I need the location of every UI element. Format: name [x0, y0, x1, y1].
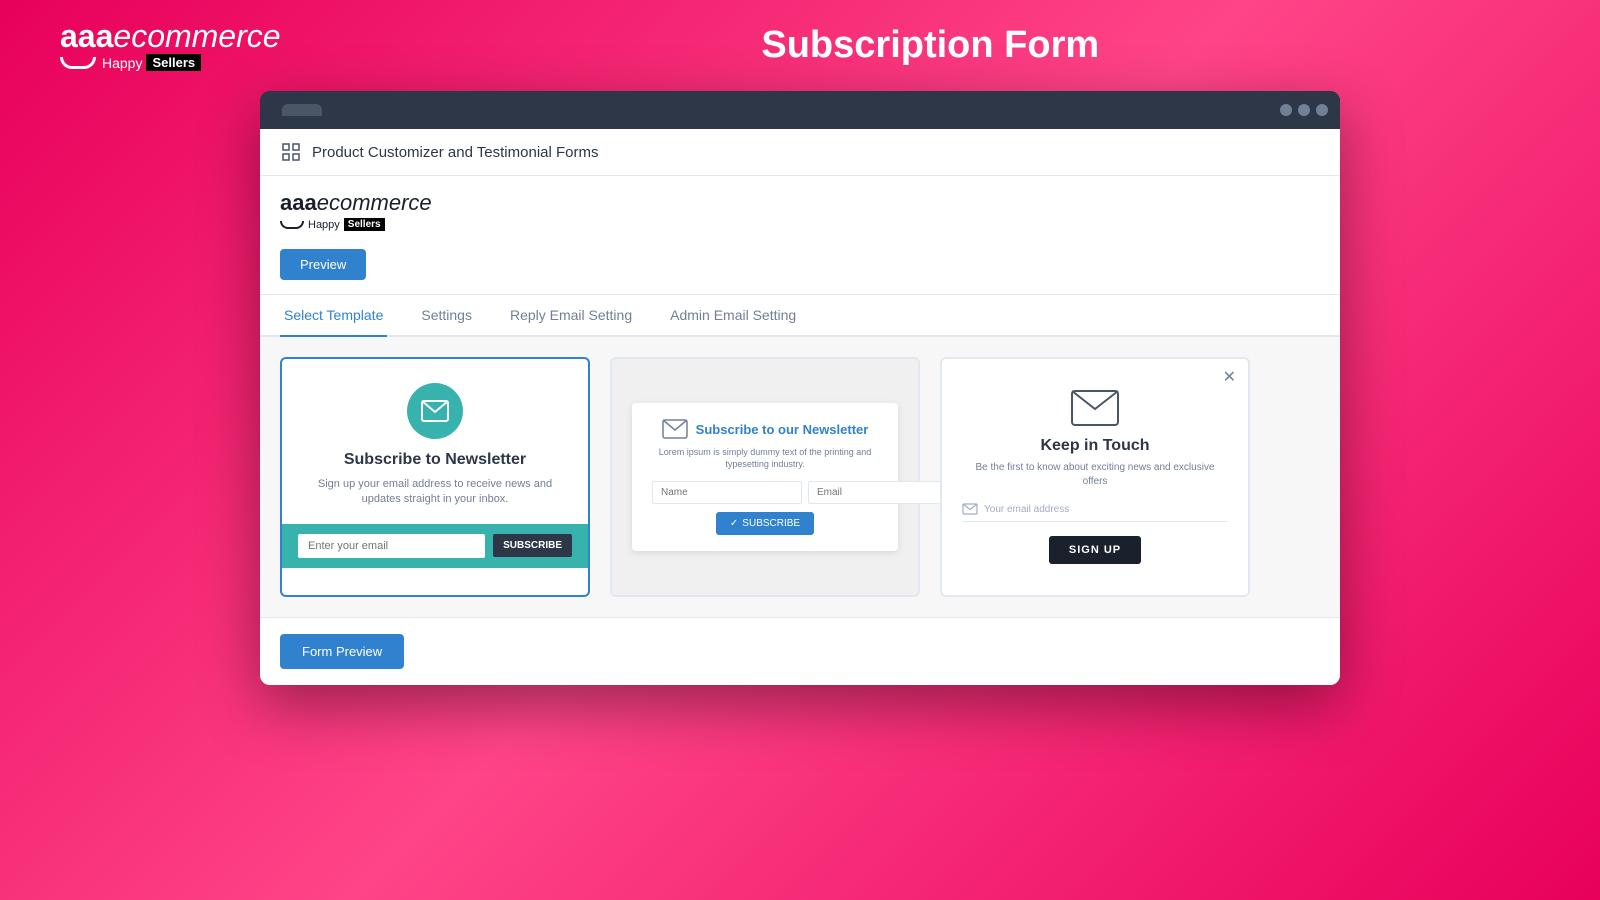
template-1-title: Subscribe to Newsletter — [344, 451, 526, 469]
template-3-email-row: Your email address — [962, 503, 1228, 522]
form-preview-button[interactable]: Form Preview — [280, 634, 404, 669]
browser-window: Product Customizer and Testimonial Forms… — [260, 91, 1340, 685]
app-logo-sub: Happy Sellers — [280, 218, 385, 231]
template-2-subscribe-btn[interactable]: ✓ SUBSCRIBE — [716, 512, 814, 535]
template-2-desc: Lorem ipsum is simply dummy text of the … — [652, 447, 878, 470]
smile-arc-icon — [60, 57, 96, 69]
template-2-header: Subscribe to our Newsletter — [652, 419, 878, 439]
app-logo-section: aaaecommerce Happy Sellers — [260, 176, 1340, 241]
template-1-email-input[interactable] — [298, 534, 485, 558]
template-2-inputs — [652, 481, 878, 504]
app-header: Product Customizer and Testimonial Forms — [260, 129, 1340, 176]
main-logo: aaaecommerce — [60, 20, 281, 52]
template-1-desc: Sign up your email address to receive ne… — [302, 477, 568, 508]
logo-smile-row: Happy Sellers — [60, 54, 201, 71]
template-3-desc: Be the first to know about exciting news… — [962, 461, 1228, 489]
templates-area: Subscribe to Newsletter Sign up your ema… — [260, 337, 1340, 617]
template-1-footer: SUBSCRIBE — [282, 524, 588, 568]
app-happy-label: Happy — [308, 219, 340, 231]
template-card-3[interactable]: ✕ Keep in Touch Be the first to know abo… — [940, 357, 1250, 597]
dot-2 — [1298, 104, 1310, 116]
app-content: Product Customizer and Testimonial Forms… — [260, 129, 1340, 685]
browser-tab[interactable] — [282, 104, 322, 116]
preview-button[interactable]: Preview — [280, 249, 366, 280]
tabs-bar: Select Template Settings Reply Email Set… — [260, 295, 1340, 337]
tab-admin-email[interactable]: Admin Email Setting — [666, 295, 800, 337]
tab-settings[interactable]: Settings — [417, 295, 476, 337]
template-1-icon-circle — [407, 383, 463, 439]
logo-area: aaaecommerce Happy Sellers — [60, 20, 281, 71]
app-smile-icon — [280, 221, 304, 229]
dot-1 — [1280, 104, 1292, 116]
template-3-title: Keep in Touch — [1040, 437, 1149, 455]
template-3-signup-btn[interactable]: SIGN UP — [1049, 536, 1141, 564]
browser-dots — [1280, 104, 1328, 116]
browser-titlebar — [260, 91, 1340, 129]
template-2-name-input[interactable] — [652, 481, 802, 504]
template-card-2[interactable]: Subscribe to our Newsletter Lorem ipsum … — [610, 357, 920, 597]
app-title: Product Customizer and Testimonial Forms — [312, 144, 599, 161]
tab-select-template[interactable]: Select Template — [280, 295, 387, 337]
template-3-mail-small-icon — [962, 503, 978, 515]
dot-3 — [1316, 104, 1328, 116]
bottom-section: Form Preview — [260, 617, 1340, 685]
sellers-badge: Sellers — [146, 54, 201, 71]
template-3-close-icon[interactable]: ✕ — [1223, 367, 1236, 387]
top-header: aaaecommerce Happy Sellers Subscription … — [0, 0, 1600, 91]
happy-sellers-label: Happy Sellers — [102, 54, 201, 71]
template-2-inner: Subscribe to our Newsletter Lorem ipsum … — [632, 403, 898, 550]
app-sellers-badge: Sellers — [344, 218, 385, 231]
template-2-email-input[interactable] — [808, 481, 958, 504]
template-1-body: Subscribe to Newsletter Sign up your ema… — [282, 359, 588, 524]
template-card-1[interactable]: Subscribe to Newsletter Sign up your ema… — [280, 357, 590, 597]
preview-section: Preview — [260, 241, 1340, 295]
tab-reply-email[interactable]: Reply Email Setting — [506, 295, 636, 337]
template-3-email-placeholder: Your email address — [984, 504, 1069, 515]
page-title: Subscription Form — [321, 24, 1540, 67]
app-grid-icon — [280, 141, 302, 163]
template-2-title: Subscribe to our Newsletter — [696, 422, 869, 437]
app-logo: aaaecommerce — [280, 190, 432, 216]
template-1-subscribe-btn[interactable]: SUBSCRIBE — [493, 534, 572, 557]
